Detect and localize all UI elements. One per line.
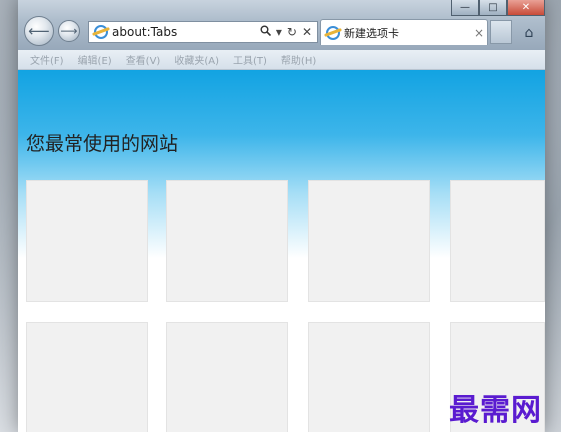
new-tab-button[interactable] [490, 20, 512, 44]
home-button[interactable]: ⌂ [518, 22, 540, 44]
menu-tools[interactable]: 工具(T) [233, 52, 267, 67]
ie-tab-icon [326, 25, 340, 40]
page-heading: 您最常使用的网站 [26, 133, 179, 155]
tab-new-tab[interactable]: 新建选项卡 × [320, 19, 488, 45]
frequent-site-tile[interactable] [308, 322, 430, 432]
new-tab-page: 您最常使用的网站 [18, 70, 545, 432]
forward-arrow-icon: ⟶ [60, 24, 78, 38]
browser-window: — □ ✕ ⟵ ⟶ about:Tabs ▾ ↻ ✕ 新建选项卡 × ⌂ 文件(… [18, 0, 545, 432]
menu-bar: 文件(F) 编辑(E) 查看(V) 收藏夹(A) 工具(T) 帮助(H) [18, 50, 545, 70]
address-dropdown-icon[interactable]: ▾ [276, 25, 282, 39]
frequent-site-tile[interactable] [166, 180, 288, 302]
menu-view[interactable]: 查看(V) [126, 52, 161, 67]
search-icon[interactable] [260, 25, 271, 39]
frequent-site-tile[interactable] [450, 180, 545, 302]
back-arrow-icon: ⟵ [28, 22, 50, 40]
minimize-button[interactable]: — [451, 0, 479, 16]
tab-close-icon[interactable]: × [471, 26, 487, 40]
frequent-site-tile[interactable] [26, 180, 148, 302]
address-text[interactable]: about:Tabs [112, 25, 260, 39]
close-window-button[interactable]: ✕ [507, 0, 545, 16]
frequent-site-tile[interactable] [166, 322, 288, 432]
watermark-text: 最需网 [449, 393, 542, 428]
ie-page-icon [94, 25, 108, 39]
browser-chrome: — □ ✕ ⟵ ⟶ about:Tabs ▾ ↻ ✕ 新建选项卡 × ⌂ [18, 0, 545, 50]
frequent-site-tile[interactable] [308, 180, 430, 302]
tab-label: 新建选项卡 [344, 26, 399, 40]
stop-icon[interactable]: ✕ [302, 25, 312, 39]
menu-favorites[interactable]: 收藏夹(A) [174, 52, 219, 67]
menu-edit[interactable]: 编辑(E) [78, 52, 112, 67]
menu-help[interactable]: 帮助(H) [281, 52, 316, 67]
menu-file[interactable]: 文件(F) [30, 52, 64, 67]
refresh-icon[interactable]: ↻ [287, 25, 297, 39]
address-tools: ▾ ↻ ✕ [260, 25, 317, 39]
frequent-site-tile[interactable] [26, 322, 148, 432]
maximize-button[interactable]: □ [479, 0, 507, 16]
window-controls: — □ ✕ [451, 0, 545, 16]
back-button[interactable]: ⟵ [24, 16, 54, 46]
home-icon: ⌂ [524, 25, 534, 41]
forward-button[interactable]: ⟶ [58, 20, 80, 42]
address-bar[interactable]: about:Tabs ▾ ↻ ✕ [88, 21, 318, 43]
